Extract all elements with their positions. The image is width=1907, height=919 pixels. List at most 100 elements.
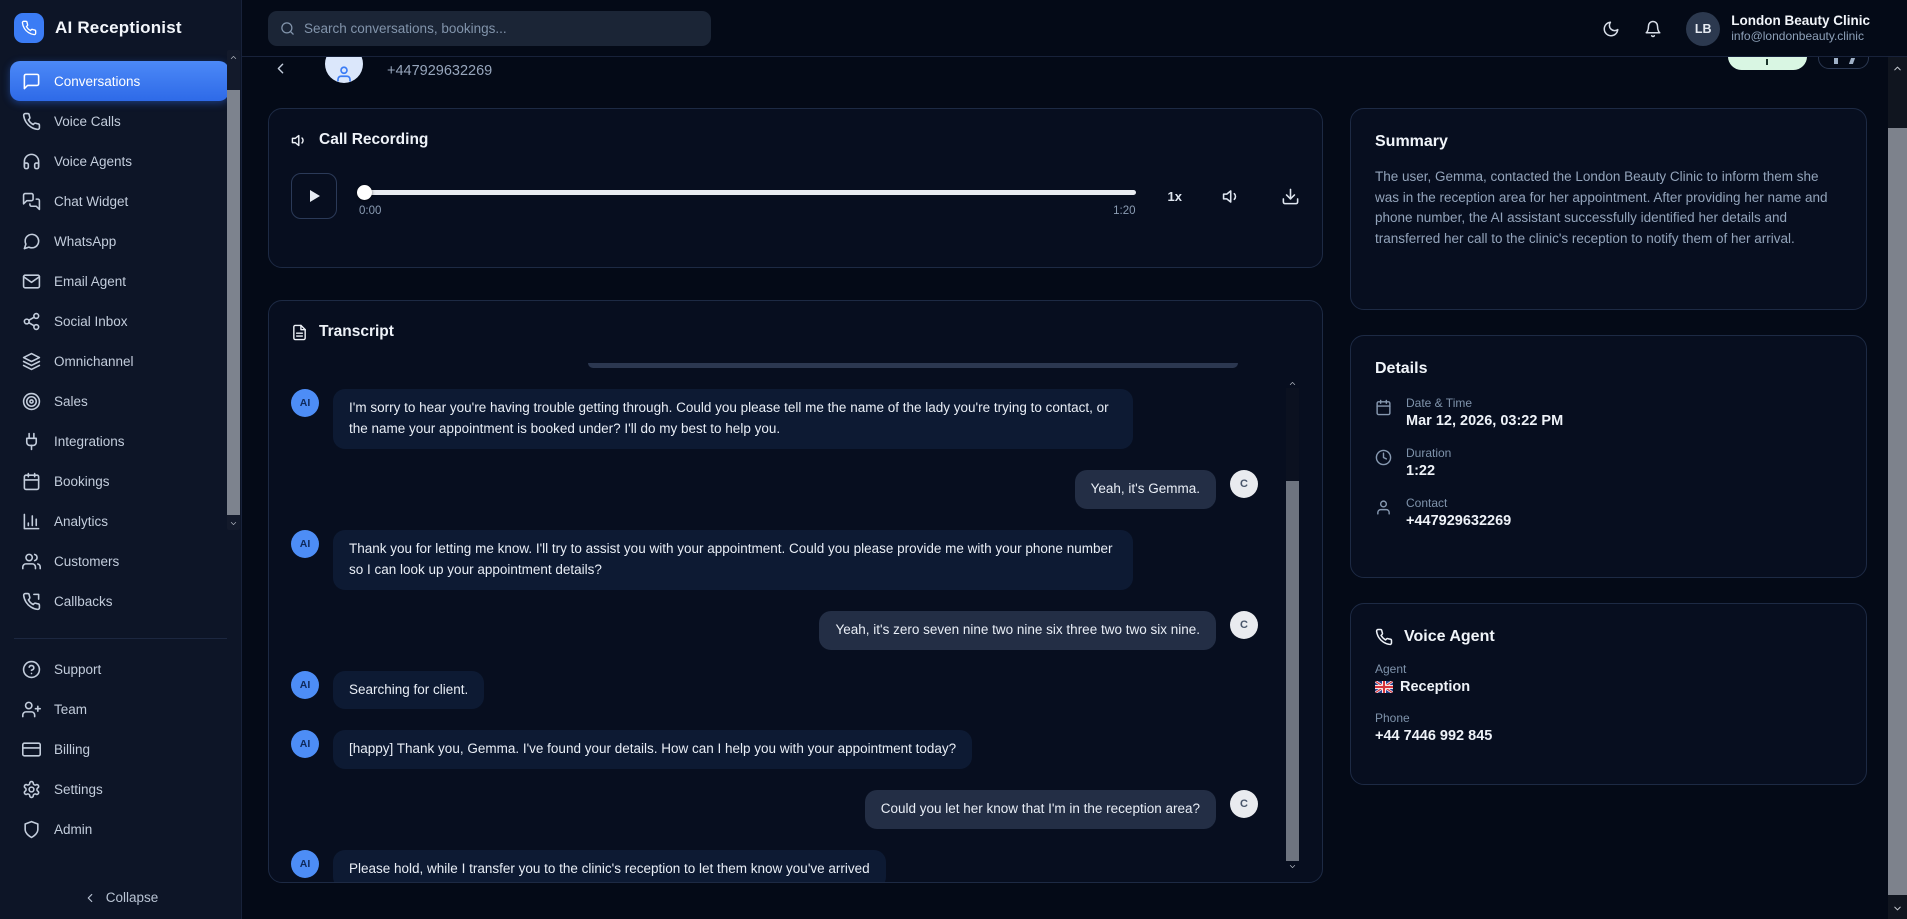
sidebar-item-whatsapp[interactable]: WhatsApp <box>10 221 229 261</box>
sidebar-item-social-inbox[interactable]: Social Inbox <box>10 301 229 341</box>
sidebar-item-chat-widget[interactable]: Chat Widget <box>10 181 229 221</box>
gear-icon <box>22 780 41 799</box>
account-email: info@londonbeauty.clinic <box>1731 29 1870 44</box>
download-button[interactable] <box>1281 187 1300 206</box>
sidebar-item-callbacks[interactable]: Callbacks <box>10 581 229 621</box>
ai-avatar: AI <box>291 850 319 878</box>
play-button[interactable] <box>291 173 337 219</box>
dark-mode-toggle[interactable] <box>1602 20 1620 38</box>
sidebar-item-support[interactable]: Support <box>10 649 229 689</box>
download-icon <box>1281 187 1300 206</box>
moon-icon <box>1602 20 1620 38</box>
transcript-message-customer: Could you let her know that I'm in the r… <box>291 790 1300 829</box>
sidebar-item-email-agent[interactable]: Email Agent <box>10 261 229 301</box>
transcript-scrollbar-thumb[interactable] <box>1286 481 1299 861</box>
volume-button[interactable] <box>1222 187 1241 206</box>
sidebar-item-admin[interactable]: Admin <box>10 809 229 849</box>
contact-phone-number: +447929632269 <box>387 63 492 79</box>
sidebar-item-omnichannel[interactable]: Omnichannel <box>10 341 229 381</box>
notifications-button[interactable] <box>1644 20 1662 38</box>
sidebar-item-label: Admin <box>54 822 92 837</box>
app-logo-row: AI Receptionist <box>0 0 241 49</box>
shield-icon <box>22 820 41 839</box>
transcript-message-ai: AI Thank you for letting me know. I'll t… <box>291 530 1300 590</box>
sidebar-item-label: Billing <box>54 742 90 757</box>
agent-label: Agent <box>1375 662 1842 676</box>
message-bubble: I'm sorry to hear you're having trouble … <box>333 389 1133 449</box>
sidebar-item-label: Email Agent <box>54 274 126 289</box>
message-bubble: [happy] Thank you, Gemma. I've found you… <box>333 730 972 769</box>
transcript-message-ai: AI I'm sorry to hear you're having troub… <box>291 389 1300 449</box>
scroll-down-arrow-icon[interactable] <box>1888 899 1907 917</box>
detail-value: Mar 12, 2026, 03:22 PM <box>1406 413 1563 429</box>
sidebar-item-team[interactable]: Team <box>10 689 229 729</box>
recording-title: Call Recording <box>319 131 428 149</box>
app-title: AI Receptionist <box>55 18 182 38</box>
customer-avatar: C <box>1230 790 1258 818</box>
sidebar-item-analytics[interactable]: Analytics <box>10 501 229 541</box>
sidebar-item-settings[interactable]: Settings <box>10 769 229 809</box>
account-menu[interactable]: LB London Beauty Clinic info@londonbeaut… <box>1686 12 1870 46</box>
bell-icon <box>1644 20 1662 38</box>
credit-card-icon <box>22 740 41 759</box>
message-bubble: Searching for client. <box>333 671 484 710</box>
agent-phone-number: +44 7446 992 845 <box>1375 728 1842 744</box>
conversation-header: +447929632269 <box>242 57 1888 95</box>
volume-icon <box>1222 187 1241 206</box>
scroll-down-arrow-icon[interactable] <box>227 516 240 530</box>
sidebar-item-bookings[interactable]: Bookings <box>10 461 229 501</box>
transcript-message-customer: Yeah, it's zero seven nine two nine six … <box>291 611 1300 650</box>
transcript-scroll-area[interactable]: AI I'm sorry to hear you're having troub… <box>291 355 1300 883</box>
sidebar-item-sales[interactable]: Sales <box>10 381 229 421</box>
scroll-up-arrow-icon[interactable] <box>227 50 240 64</box>
summary-card: Summary The user, Gemma, contacted the L… <box>1350 108 1867 310</box>
message-bubble: Could you let her know that I'm in the r… <box>865 790 1216 829</box>
phone-callback-icon <box>22 592 41 611</box>
sidebar-item-customers[interactable]: Customers <box>10 541 229 581</box>
sidebar-item-voice-calls[interactable]: Voice Calls <box>10 101 229 141</box>
sidebar-item-label: WhatsApp <box>54 234 116 249</box>
sidebar-scrollbar-thumb[interactable] <box>227 90 240 515</box>
sidebar-item-label: Conversations <box>54 74 140 89</box>
playback-speed-button[interactable]: 1x <box>1168 189 1182 204</box>
sidebar-item-label: Voice Calls <box>54 114 121 129</box>
details-card: Details Date & Time Mar 12, 2026, 03:22 … <box>1350 335 1867 578</box>
details-title: Details <box>1375 360 1842 378</box>
status-badge[interactable] <box>1728 57 1807 70</box>
phone-icon <box>22 112 41 131</box>
clipped-message-bubble <box>588 363 1238 368</box>
slider-thumb[interactable] <box>357 185 372 200</box>
sidebar: AI Receptionist Conversations Voice Call… <box>0 0 242 919</box>
slider-track[interactable] <box>359 190 1136 195</box>
back-button[interactable] <box>272 60 289 77</box>
sidebar-item-conversations[interactable]: Conversations <box>10 61 229 101</box>
message-bubble: Yeah, it's zero seven nine two nine six … <box>819 611 1216 650</box>
scroll-up-arrow-icon[interactable] <box>1888 59 1907 77</box>
chevron-left-icon <box>83 891 97 905</box>
sidebar-scrollbar <box>227 50 240 530</box>
message-bubble: Yeah, it's Gemma. <box>1075 470 1216 509</box>
headphones-icon <box>22 152 41 171</box>
scroll-up-arrow-icon[interactable] <box>1286 376 1299 390</box>
detail-row-duration: Duration 1:22 <box>1375 446 1842 479</box>
scroll-down-arrow-icon[interactable] <box>1286 859 1299 873</box>
header-actions-button[interactable] <box>1818 57 1869 69</box>
playback-slider[interactable]: 0:00 1:20 <box>359 173 1136 219</box>
sidebar-collapse-button[interactable]: Collapse <box>0 890 241 905</box>
sidebar-divider <box>14 638 227 639</box>
search-input[interactable] <box>304 21 699 36</box>
sidebar-item-integrations[interactable]: Integrations <box>10 421 229 461</box>
global-search[interactable] <box>268 11 711 46</box>
chat-widget-icon <box>22 192 41 211</box>
window-scrollbar-thumb[interactable] <box>1888 128 1907 895</box>
sidebar-item-label: Chat Widget <box>54 194 128 209</box>
clock-icon <box>1375 449 1392 466</box>
phone-icon <box>1375 628 1393 646</box>
ai-avatar: AI <box>291 730 319 758</box>
play-icon <box>306 188 322 204</box>
sidebar-item-billing[interactable]: Billing <box>10 729 229 769</box>
sidebar-item-voice-agents[interactable]: Voice Agents <box>10 141 229 181</box>
sidebar-item-label: Support <box>54 662 101 677</box>
sidebar-item-label: Callbacks <box>54 594 113 609</box>
main-content: +447929632269 Call Recording 0:00 1:20 1… <box>242 57 1888 919</box>
